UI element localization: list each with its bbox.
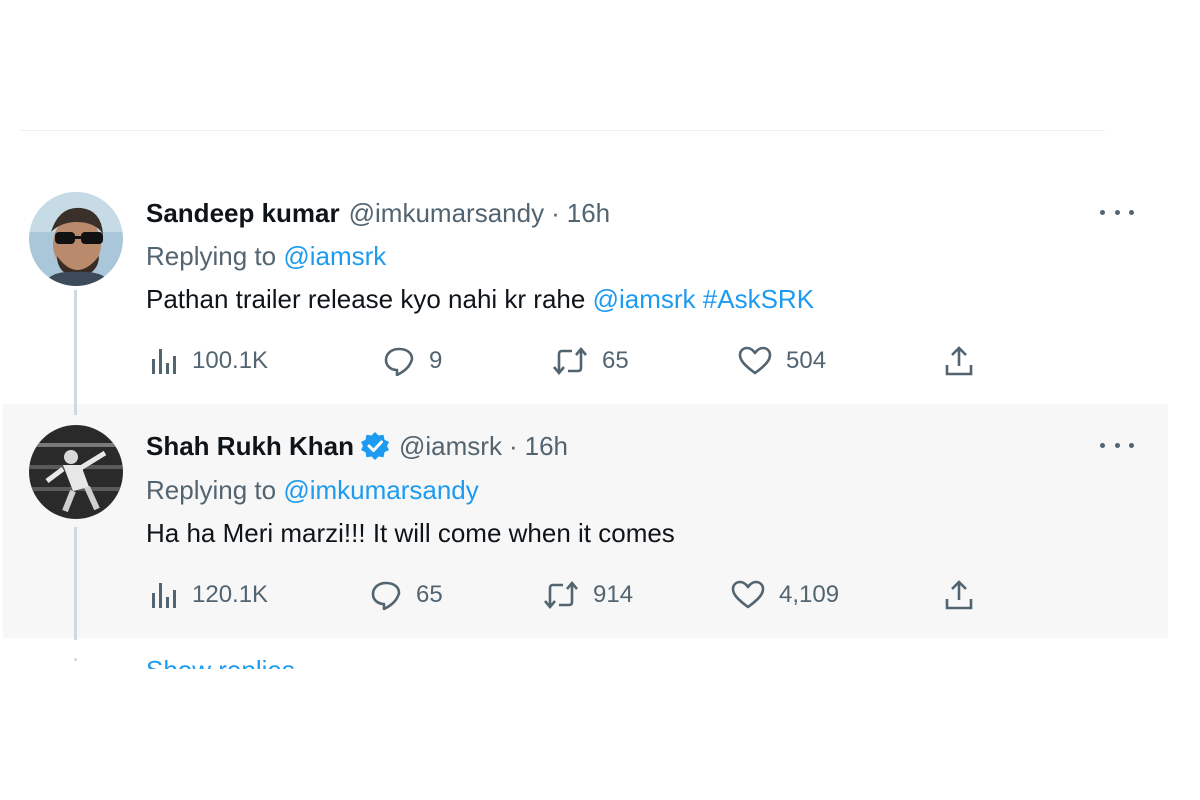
tweet-text: Pathan trailer release kyo nahi kr rahe … <box>146 284 814 314</box>
share-button[interactable] <box>944 579 974 611</box>
more-dots-icon <box>1100 442 1105 448</box>
heart-icon <box>731 580 765 609</box>
replying-mention-link[interactable]: @iamsrk <box>283 241 386 271</box>
more-dots-icon <box>1100 209 1105 215</box>
author-name[interactable]: Shah Rukh Khan <box>146 431 354 461</box>
timestamp[interactable]: 16h <box>525 431 568 461</box>
replying-prefix: Replying to <box>146 241 277 271</box>
reply-count: 65 <box>416 581 443 608</box>
views-count: 120.1K <box>192 581 269 608</box>
replying-to-line: Replying to @iamsrk <box>146 241 386 271</box>
more-options-button[interactable] <box>1100 205 1134 219</box>
replying-mention-link[interactable]: @imkumarsandy <box>283 475 478 505</box>
replying-to-line: Replying to @imkumarsandy <box>146 475 479 505</box>
separator-dot: · <box>551 198 560 228</box>
tweet-thread-screenshot: Sandeep kumar @imkumarsandy · 16h Replyi… <box>0 0 1200 800</box>
like-count: 4,109 <box>779 581 840 608</box>
share-upload-icon <box>945 346 973 376</box>
thread-dot <box>74 658 77 661</box>
reply-count: 9 <box>429 347 443 374</box>
views-stat[interactable]: 100.1K <box>150 346 268 376</box>
author-handle[interactable]: @iamsrk <box>399 431 502 461</box>
retweet-button[interactable]: 65 <box>552 346 629 376</box>
retweet-button[interactable]: 914 <box>543 580 633 610</box>
retweet-count: 65 <box>602 347 629 374</box>
thread-connector-line <box>74 290 77 415</box>
author-handle[interactable]: @imkumarsandy <box>349 198 544 228</box>
share-button[interactable] <box>944 345 974 377</box>
show-replies-link[interactable]: Show replies <box>146 655 295 669</box>
top-divider <box>20 130 1105 131</box>
speech-bubble-icon <box>384 347 414 376</box>
retweet-icon <box>544 580 578 610</box>
retweet-icon <box>553 346 587 376</box>
reply-button[interactable]: 65 <box>370 580 443 610</box>
retweet-count: 914 <box>593 581 634 608</box>
share-upload-icon <box>945 580 973 610</box>
thread-connector-line-2 <box>74 527 77 640</box>
tweet-text-plain: Pathan trailer release kyo nahi kr rahe <box>146 284 586 314</box>
tweet-mention-link[interactable]: @iamsrk <box>593 284 696 314</box>
tweet-2-header: Shah Rukh Khan @iamsrk · 16h <box>146 431 568 461</box>
tweet-hashtag-link[interactable]: #AskSRK <box>703 284 814 314</box>
replying-prefix: Replying to <box>146 475 277 505</box>
separator-dot: · <box>508 431 518 461</box>
more-options-button[interactable] <box>1100 438 1134 452</box>
show-replies-label[interactable]: Show replies <box>146 655 295 669</box>
verified-badge-icon <box>361 432 390 460</box>
views-count: 100.1K <box>192 347 269 374</box>
like-button[interactable]: 4,109 <box>731 580 839 610</box>
like-count: 504 <box>786 347 827 374</box>
timestamp[interactable]: 16h <box>567 198 610 228</box>
tweet-1-header: Sandeep kumar @imkumarsandy · 16h <box>146 198 610 228</box>
avatar-srk[interactable] <box>29 425 123 519</box>
bar-chart-icon <box>152 583 176 608</box>
views-stat[interactable]: 120.1K <box>150 580 268 610</box>
speech-bubble-icon <box>371 581 401 610</box>
avatar-sandeep[interactable] <box>29 192 123 286</box>
tweet-text: Ha ha Meri marzi!!! It will come when it… <box>146 518 675 548</box>
author-name[interactable]: Sandeep kumar <box>146 198 340 228</box>
like-button[interactable]: 504 <box>738 346 826 376</box>
reply-button[interactable]: 9 <box>383 346 442 376</box>
bar-chart-icon <box>152 349 176 374</box>
heart-icon <box>738 346 772 375</box>
